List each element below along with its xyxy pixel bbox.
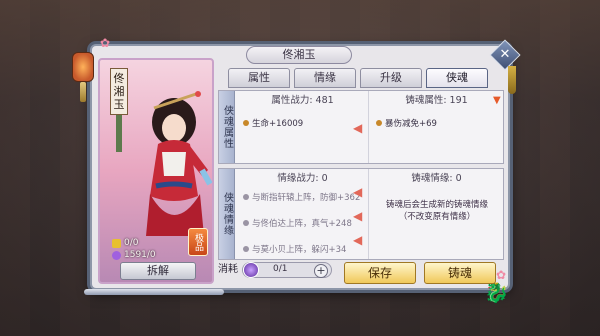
soul-gem-icon [112, 250, 121, 260]
qingyuan-power-heading: 情缘战力: 0 [277, 173, 328, 184]
forge-attr-column: 铸魂属性: 191 暴伤减免+69 [370, 91, 503, 163]
stat-a-value: 0/0 [124, 238, 139, 248]
qingyuan-line: 与莫小贝上阵，躲闪+34 [237, 243, 368, 255]
bullet-icon [376, 120, 382, 126]
down-arrow-icon: ▼ [493, 95, 501, 106]
qingyuan-line: 与佟伯达上阵，真气+248 [237, 217, 368, 229]
qingyuan-text: 与莫小贝上阵，躲闪+34 [252, 245, 347, 255]
quality-badge: 极品 [188, 228, 208, 256]
qingyuan-text: 与佟伯达上阵，真气+248 [252, 219, 352, 229]
cross-icon [112, 238, 121, 248]
consume-label: 消耗 [218, 264, 238, 275]
scroll-rod-ornament [84, 289, 224, 295]
panel-side-label: 侠魂情缘 [219, 169, 235, 259]
attr-line: 暴伤减免+69 [370, 117, 503, 129]
tab-attributes[interactable]: 属性 [228, 68, 290, 88]
tassel-ornament [508, 66, 516, 94]
forge-qingyuan-heading: 铸魂情缘: 0 [411, 173, 462, 184]
tab-xiahun[interactable]: 侠魂 [426, 68, 488, 88]
bullet-icon [243, 220, 249, 226]
tab-bar: 属性 情缘 升级 侠魂 [228, 68, 488, 88]
tab-upgrade[interactable]: 升级 [360, 68, 422, 88]
window-title: 佟湘玉 [246, 46, 352, 64]
attr-power-heading: 属性战力: 481 [271, 95, 334, 106]
lantern-ornament [72, 52, 94, 82]
forge-qingyuan-column: 铸魂情缘: 0 铸魂后会生成新的铸魂情缘（不改变原有情缘） [370, 169, 503, 259]
forge-notice: 铸魂后会生成新的铸魂情缘（不改变原有情缘） [385, 200, 488, 222]
save-button[interactable]: 保存 [344, 262, 416, 284]
attr-text: 暴伤减免+69 [385, 119, 437, 129]
consume-value: 0/1 [273, 264, 288, 274]
add-material-button[interactable]: + [314, 264, 328, 278]
forge-button[interactable]: 铸魂 [424, 262, 496, 284]
flower-ornament: ✿ [100, 36, 111, 50]
close-icon: ✕ [499, 47, 511, 62]
tab-qingyuan[interactable]: 情缘 [294, 68, 356, 88]
attr-text: 生命+16009 [252, 119, 304, 129]
stat-row-a: 0/0 [112, 238, 138, 248]
panel-side-label: 侠魂属性 [219, 91, 235, 163]
base-attr-column: 属性战力: 481 生命+16009 [237, 91, 369, 163]
dismantle-button[interactable]: 拆解 [120, 262, 196, 280]
character-name: 佟湘玉 [110, 68, 128, 115]
character-card: 佟湘玉 极品 0/0 1591/0 拆解 [98, 58, 214, 284]
soul-gem-icon [243, 262, 259, 278]
transfer-arrow-icon: ◀ [353, 209, 363, 223]
bullet-icon [243, 246, 249, 252]
character-portrait [146, 91, 212, 236]
name-ribbon [116, 112, 122, 152]
forge-attr-heading: 铸魂属性: 191 [405, 95, 468, 106]
qingyuan-column: 情缘战力: 0 与断指轩辕上阵，防御+362 与佟伯达上阵，真气+248 与莫小… [237, 169, 369, 259]
transfer-arrow-icon: ◀ [353, 121, 363, 135]
qingyuan-text: 与断指轩辕上阵，防御+362 [252, 193, 361, 203]
qingyuan-line: 与断指轩辕上阵，防御+362 [237, 191, 368, 203]
lantern-tassel [80, 82, 86, 102]
stat-row-b: 1591/0 [112, 250, 156, 260]
stat-b-value: 1591/0 [124, 250, 156, 260]
xiahun-attributes-panel: 侠魂属性 属性战力: 481 生命+16009 铸魂属性: 191 暴伤减免+6… [218, 90, 504, 164]
attr-line: 生命+16009 [237, 117, 368, 129]
transfer-arrow-icon: ◀ [353, 233, 363, 247]
bullet-icon [243, 120, 249, 126]
transfer-arrow-icon: ◀ [353, 185, 363, 199]
bullet-icon [243, 194, 249, 200]
xiahun-qingyuan-panel: 侠魂情缘 情缘战力: 0 与断指轩辕上阵，防御+362 与佟伯达上阵，真气+24… [218, 168, 504, 260]
